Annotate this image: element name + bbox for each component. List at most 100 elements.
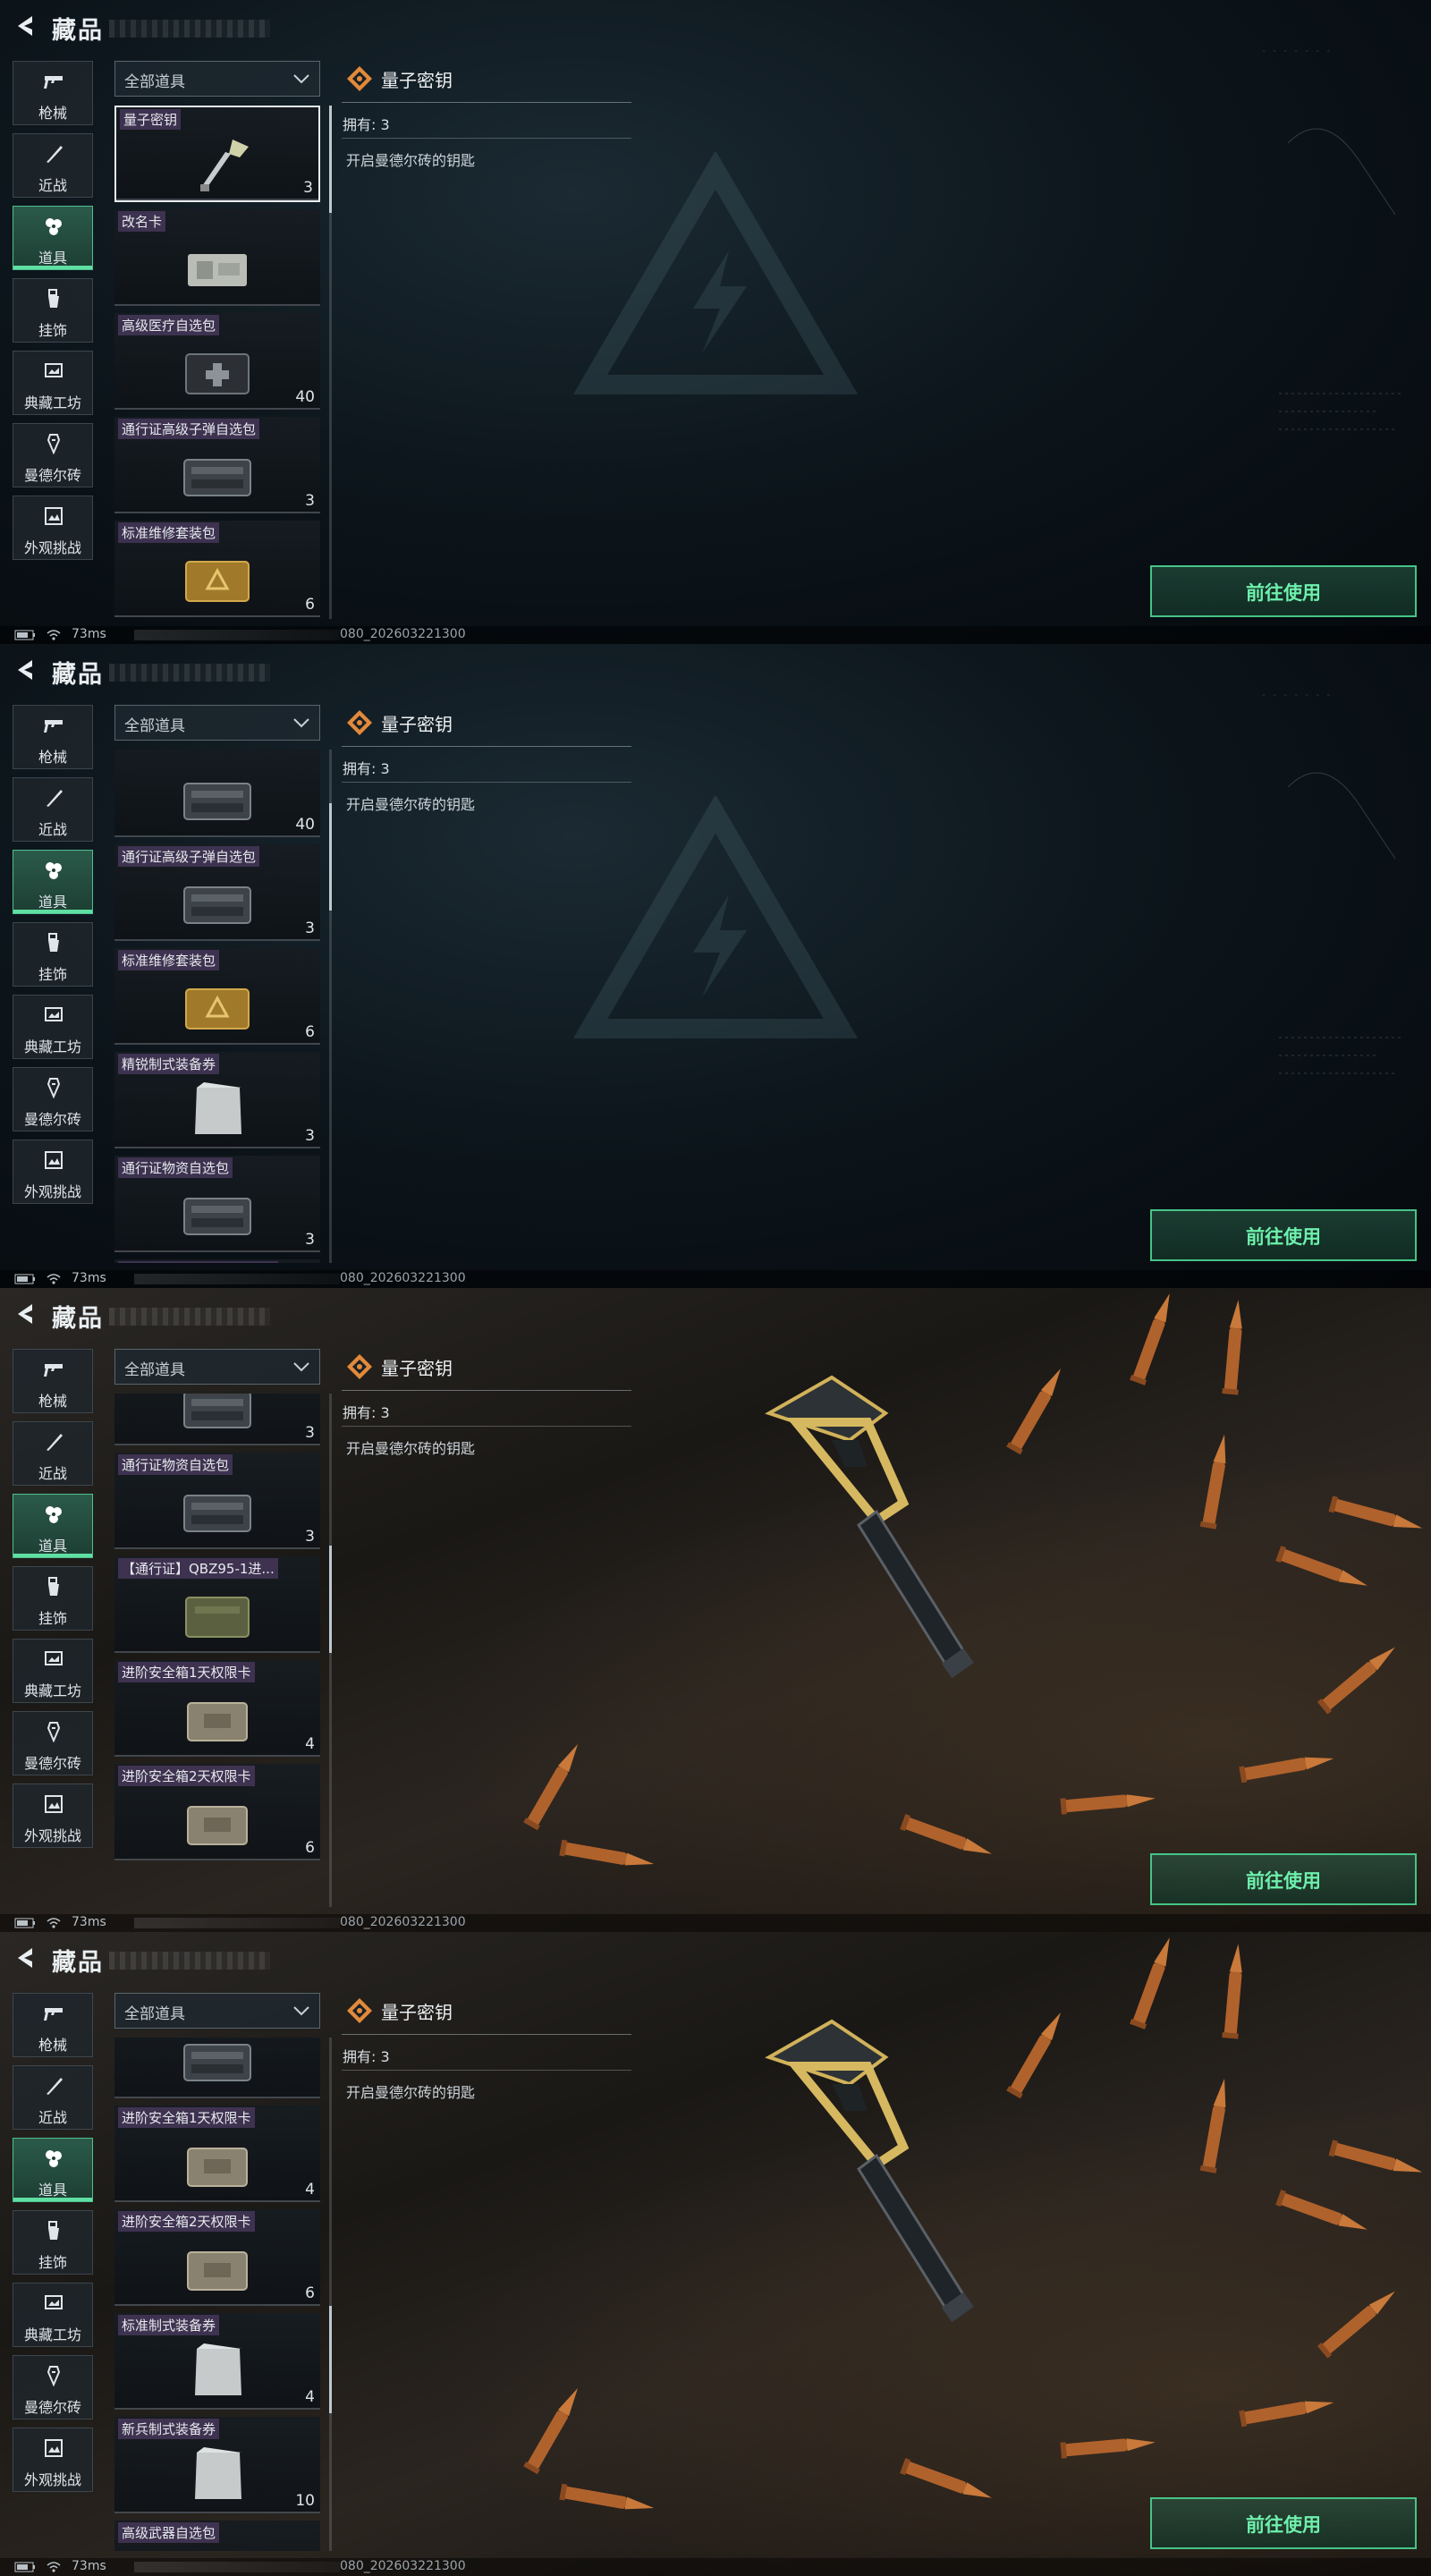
sidebar-item-5[interactable]: 典藏工坊 <box>13 2283 93 2347</box>
items-icon <box>46 2150 62 2167</box>
sidebar-item-6[interactable]: 曼德尔砖 <box>13 1067 93 1131</box>
go-use-button[interactable]: 前往使用 <box>1150 1853 1417 1905</box>
bullet-decoration <box>1060 2438 1156 2459</box>
sidebar-item-6[interactable]: 曼德尔砖 <box>13 1711 93 1775</box>
status-bar-redacted <box>134 630 340 640</box>
battery-icon <box>14 630 35 640</box>
sidebar-item-label: 枪械 <box>38 1393 67 1410</box>
go-use-button[interactable]: 前往使用 <box>1150 565 1417 617</box>
sidebar-item-3[interactable]: 道具 <box>13 850 93 914</box>
item-card[interactable]: 通行证物资自选包 3 <box>114 1453 320 1549</box>
item-count: 4 <box>305 2181 315 2199</box>
wifi-icon <box>47 1274 61 1284</box>
sidebar-item-2[interactable]: 近战 <box>13 777 93 842</box>
item-card[interactable]: 进阶安全箱1天权限卡 4 <box>114 1660 320 1757</box>
brick-icon <box>47 1078 61 1098</box>
item-card[interactable]: 标准制式装备券 4 <box>114 2313 320 2410</box>
back-icon[interactable] <box>13 1301 39 1327</box>
item-count: 3 <box>305 1424 315 1442</box>
item-card[interactable]: 【通行证】QBZ95-1进... <box>114 1259 320 1263</box>
item-card[interactable] <box>114 2038 320 2098</box>
item-type-icon <box>347 1354 372 1379</box>
list-scrollbar-thumb[interactable] <box>329 1546 332 1653</box>
go-use-button[interactable]: 前往使用 <box>1150 1209 1417 1261</box>
back-icon[interactable] <box>13 657 39 683</box>
sidebar-item-6[interactable]: 曼德尔砖 <box>13 2355 93 2419</box>
list-scrollbar[interactable] <box>329 1394 332 1907</box>
item-card[interactable]: 改名卡 <box>114 209 320 306</box>
sidebar-item-label: 曼德尔砖 <box>23 1111 81 1128</box>
item-name: 改名卡 <box>118 211 166 232</box>
item-card[interactable]: 标准维修套装包 6 <box>114 948 320 1045</box>
item-type-icon <box>347 1998 372 2023</box>
sidebar-item-label: 近战 <box>38 1465 67 1482</box>
list-scrollbar[interactable] <box>329 750 332 1263</box>
sidebar-item-7[interactable]: 外观挑战 <box>13 1140 93 1204</box>
item-card[interactable]: 进阶安全箱1天权限卡 4 <box>114 2106 320 2202</box>
list-scrollbar[interactable] <box>329 2038 332 2551</box>
sidebar-item-1[interactable]: 枪械 <box>13 1993 93 2057</box>
sidebar-item-6[interactable]: 曼德尔砖 <box>13 423 93 487</box>
filter-dropdown[interactable]: 全部道具 <box>114 705 320 741</box>
item-card[interactable]: 40 <box>114 750 320 837</box>
sidebar-item-5[interactable]: 典藏工坊 <box>13 351 93 415</box>
sidebar-item-3[interactable]: 道具 <box>13 1494 93 1558</box>
detail-divider-2 <box>342 782 631 783</box>
item-image <box>183 783 251 820</box>
filter-dropdown[interactable]: 全部道具 <box>114 61 320 97</box>
sidebar-item-4[interactable]: 挂饰 <box>13 922 93 987</box>
sidebar-item-2[interactable]: 近战 <box>13 133 93 198</box>
item-card[interactable]: 进阶安全箱2天权限卡 6 <box>114 2209 320 2306</box>
filter-dropdown[interactable]: 全部道具 <box>114 1993 320 2029</box>
sidebar-item-2[interactable]: 近战 <box>13 2065 93 2130</box>
list-scrollbar-thumb[interactable] <box>329 803 332 911</box>
item-card[interactable]: 新兵制式装备券 10 <box>114 2417 320 2513</box>
list-scrollbar-thumb[interactable] <box>329 106 332 213</box>
item-card[interactable]: 通行证高级子弹自选包 3 <box>114 417 320 513</box>
build-id: 080_202603221300 <box>340 627 466 641</box>
sidebar-item-1[interactable]: 枪械 <box>13 705 93 769</box>
filter-dropdown[interactable]: 全部道具 <box>114 1349 320 1385</box>
item-card[interactable]: 通行证高级子弹自选包 3 <box>114 844 320 941</box>
sidebar-item-label: 挂饰 <box>38 322 67 339</box>
item-card[interactable]: 量子密钥 3 <box>114 106 320 202</box>
item-card[interactable]: 通行证物资自选包 3 <box>114 1156 320 1252</box>
bullet-decoration <box>559 1839 655 1866</box>
back-icon[interactable] <box>13 13 39 39</box>
item-card[interactable]: 高级武器自选包 <box>114 2521 320 2551</box>
item-card[interactable]: 3 <box>114 1394 320 1445</box>
sidebar-item-4[interactable]: 挂饰 <box>13 278 93 343</box>
sidebar-item-7[interactable]: 外观挑战 <box>13 2428 93 2492</box>
item-count: 3 <box>303 179 313 197</box>
sidebar-item-3[interactable]: 道具 <box>13 206 93 270</box>
sidebar-item-label: 道具 <box>38 250 67 267</box>
list-scrollbar-thumb[interactable] <box>329 2306 332 2413</box>
sidebar-item-4[interactable]: 挂饰 <box>13 1566 93 1631</box>
sidebar-item-7[interactable]: 外观挑战 <box>13 496 93 560</box>
detail-owned-count: 拥有: 3 <box>343 116 390 133</box>
system-status-bar: 73ms 080_202603221300 <box>0 626 1431 644</box>
top-bar: 藏品 <box>0 644 1431 699</box>
back-icon[interactable] <box>13 1945 39 1971</box>
sidebar-item-2[interactable]: 近战 <box>13 1421 93 1486</box>
sidebar-item-1[interactable]: 枪械 <box>13 61 93 125</box>
item-divider <box>114 2304 320 2306</box>
item-card[interactable]: 精锐制式装备券 3 <box>114 1052 320 1148</box>
sidebar-item-7[interactable]: 外观挑战 <box>13 1784 93 1848</box>
sidebar-item-1[interactable]: 枪械 <box>13 1349 93 1413</box>
sidebar-item-5[interactable]: 典藏工坊 <box>13 995 93 1059</box>
sidebar-item-4[interactable]: 挂饰 <box>13 2210 93 2275</box>
item-card[interactable]: 进阶安全箱2天权限卡 6 <box>114 1764 320 1860</box>
sidebar-item-3[interactable]: 道具 <box>13 2138 93 2202</box>
item-card[interactable]: 标准维修套装包 6 <box>114 521 320 617</box>
item-count: 6 <box>305 1023 315 1041</box>
challenge-icon <box>45 2439 63 2457</box>
bullet-decoration <box>1199 2078 1226 2174</box>
item-count: 6 <box>305 2284 315 2302</box>
item-card[interactable]: 【通行证】QBZ95-1进... <box>114 1556 320 1653</box>
item-card[interactable]: 高级医疗自选包 40 <box>114 313 320 410</box>
screen-3: 藏品 枪械 近战 道具 挂饰 典藏工坊 曼德尔砖 外观挑战 全部道具 3 通行证物资自选包 3 【通行证… <box>0 1288 1431 1932</box>
sidebar-item-5[interactable]: 典藏工坊 <box>13 1639 93 1703</box>
go-use-button[interactable]: 前往使用 <box>1150 2497 1417 2549</box>
list-scrollbar[interactable] <box>329 106 332 619</box>
